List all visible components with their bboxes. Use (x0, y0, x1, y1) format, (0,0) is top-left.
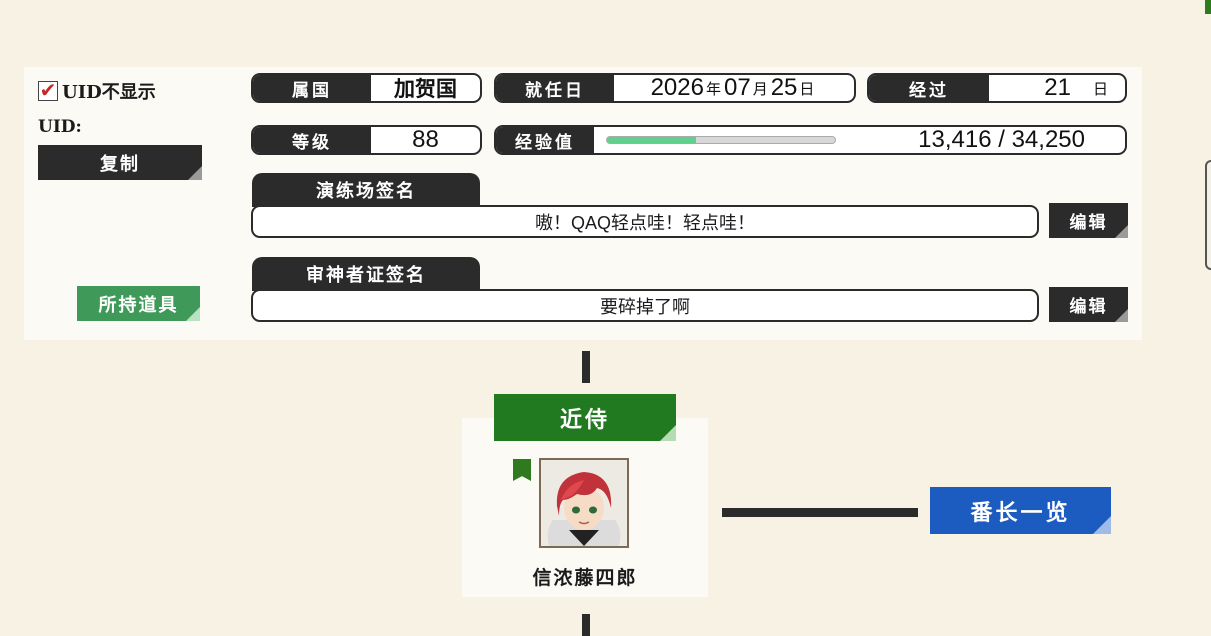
elapsed-label: 经过 (869, 75, 989, 101)
attendant-header-label: 近侍 (559, 406, 610, 433)
tree-connector-top (582, 351, 590, 383)
level-field: 等级 88 (251, 125, 482, 155)
examiner-signature-title: 审神者证签名 (252, 257, 480, 291)
uid-label-text: UID: (38, 117, 82, 137)
elapsed-field: 经过 21 日 (867, 73, 1127, 103)
attendant-name: 信浓藤四郎 (532, 567, 638, 589)
exp-progress-fill (607, 137, 697, 143)
elapsed-value-wrap: 21 日 (989, 74, 1125, 101)
edit-examiner-signature-button[interactable]: 编辑 (1049, 287, 1128, 322)
character-portrait-image (541, 460, 627, 546)
practice-signature-box: 嗷！QAQ轻点哇！轻点哇！ (251, 205, 1039, 238)
leader-list-button[interactable]: 番长一览 (930, 487, 1111, 534)
examiner-signature-box: 要碎掉了啊 (251, 289, 1039, 322)
character-portrait[interactable] (539, 458, 629, 548)
inauguration-month: 07 (723, 74, 751, 101)
items-button-label: 所持道具 (98, 294, 179, 316)
elapsed-unit: 日 (1092, 80, 1108, 98)
edit-practice-signature-button[interactable]: 编辑 (1049, 203, 1128, 238)
attendant-header: 近侍 (494, 394, 676, 441)
corner-fold (188, 166, 202, 180)
country-value: 加贺国 (394, 76, 457, 101)
exp-value: 13,416 / 34,250 (918, 126, 1085, 153)
hide-uid-checkbox[interactable]: ✔ (38, 81, 58, 101)
elapsed-value: 21 (1044, 74, 1071, 101)
inauguration-year: 2026 (650, 74, 704, 101)
corner-fold (186, 307, 200, 321)
tree-connector-bottom (582, 614, 590, 636)
corner-fold (1115, 309, 1128, 322)
hide-uid-toggle[interactable]: ✔ UID不显示 (38, 78, 156, 104)
side-drawer-handle[interactable] (1205, 160, 1211, 270)
items-button[interactable]: 所持道具 (77, 286, 200, 321)
level-label: 等级 (253, 127, 371, 153)
uid-label: UID: (38, 117, 82, 137)
copy-uid-label: 复制 (100, 153, 140, 175)
exp-label: 经验值 (496, 127, 594, 153)
corner-fold (660, 425, 676, 441)
inauguration-field: 就任日 2026 年 07 月 25 日 (494, 73, 856, 103)
inauguration-date: 2026 年 07 月 25 日 (614, 74, 854, 101)
country-field: 属国 加贺国 (251, 73, 482, 103)
corner-fold (1093, 516, 1111, 534)
month-unit: 月 (752, 80, 768, 98)
leader-list-label: 番长一览 (970, 499, 1071, 526)
edit-label: 编辑 (1069, 297, 1108, 317)
country-label: 属国 (253, 75, 371, 101)
exp-progress-bar (606, 136, 836, 144)
day-unit: 日 (799, 80, 815, 98)
practice-signature-title: 演练场签名 (252, 173, 480, 207)
exp-field: 经验值 13,416 / 34,250 (494, 125, 1127, 155)
level-value: 88 (412, 126, 439, 153)
inauguration-label: 就任日 (496, 75, 614, 101)
year-unit: 年 (705, 80, 721, 98)
corner-fold (1115, 225, 1128, 238)
copy-uid-button[interactable]: 复制 (38, 145, 202, 180)
edit-label: 编辑 (1069, 213, 1108, 233)
tree-connector-right (722, 508, 918, 517)
corner-marker (1205, 0, 1211, 14)
inauguration-day: 25 (770, 74, 798, 101)
hide-uid-label: UID不显示 (62, 82, 156, 103)
